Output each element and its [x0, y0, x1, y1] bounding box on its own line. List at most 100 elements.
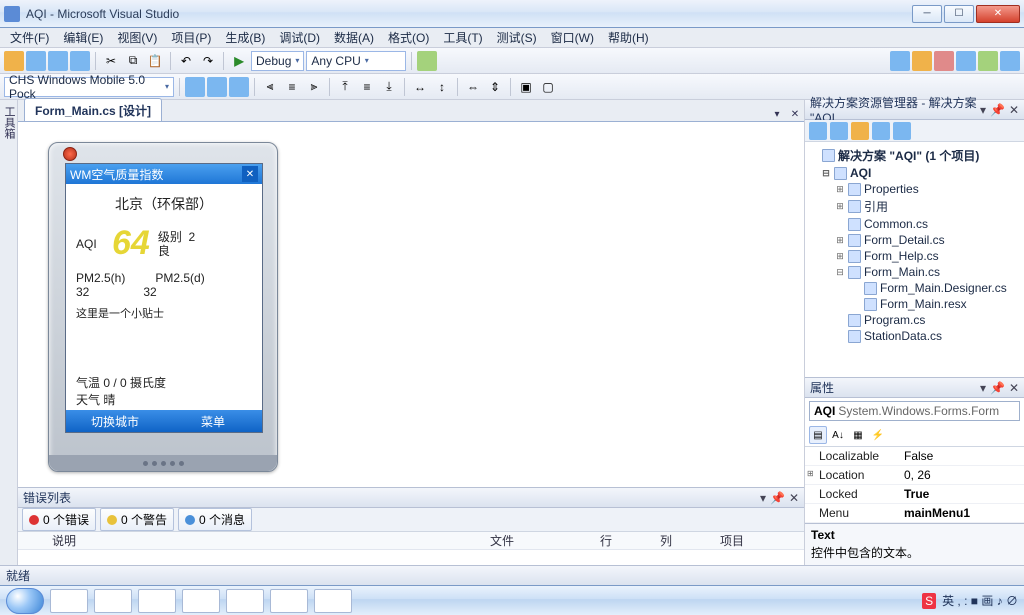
tree-stationdata[interactable]: StationData.cs	[864, 329, 942, 343]
property-row[interactable]: LocalizableFalse	[805, 447, 1024, 466]
paste-icon[interactable]: 📋	[145, 51, 165, 71]
property-value[interactable]: False	[900, 447, 1024, 465]
tree-references[interactable]: 引用	[864, 198, 888, 215]
menu-window[interactable]: 窗口(W)	[545, 27, 600, 48]
alphabetical-icon[interactable]: A↓	[829, 426, 847, 444]
close-button[interactable]: ✕	[976, 5, 1020, 23]
property-value[interactable]: mainMenu1	[900, 504, 1024, 522]
errors-tab[interactable]: 0 个错误	[22, 508, 96, 531]
menu-project[interactable]: 项目(P)	[165, 27, 217, 48]
app-close-icon[interactable]: ✕	[242, 166, 258, 182]
menu-test[interactable]: 测试(S)	[491, 27, 543, 48]
menu-edit[interactable]: 编辑(E)	[57, 27, 109, 48]
softkey-right[interactable]: 菜单	[164, 410, 262, 432]
tree-form-main[interactable]: Form_Main.cs	[864, 265, 940, 279]
properties-icon[interactable]	[809, 122, 827, 140]
tree-properties[interactable]: Properties	[864, 182, 919, 196]
tb-icon-a[interactable]	[890, 51, 910, 71]
properties-grid[interactable]: LocalizableFalseLocation0, 26LockedTrueM…	[805, 447, 1024, 523]
panel-dropdown-icon[interactable]: ▾	[980, 381, 986, 395]
redo-icon[interactable]: ↷	[198, 51, 218, 71]
view-designer-icon[interactable]	[893, 122, 911, 140]
taskbar-item[interactable]	[50, 589, 88, 613]
panel-pin-icon[interactable]: 📌	[990, 381, 1005, 395]
spacing-h-icon[interactable]: ↔	[410, 77, 430, 97]
tree-form-detail[interactable]: Form_Detail.cs	[864, 233, 945, 247]
panel-pin-icon[interactable]: 📌	[770, 491, 785, 505]
menu-data[interactable]: 数据(A)	[328, 27, 380, 48]
undo-icon[interactable]: ↶	[176, 51, 196, 71]
menu-build[interactable]: 生成(B)	[219, 27, 271, 48]
minimize-button[interactable]: ─	[912, 5, 942, 23]
menu-file[interactable]: 文件(F)	[4, 27, 55, 48]
save-all-icon[interactable]	[70, 51, 90, 71]
align-right-icon[interactable]: ⫸	[304, 77, 324, 97]
tb-icon-f[interactable]	[1000, 51, 1020, 71]
layout-icon-1[interactable]	[185, 77, 205, 97]
view-code-icon[interactable]	[872, 122, 890, 140]
panel-pin-icon[interactable]: 📌	[990, 103, 1005, 117]
tb-icon-d[interactable]	[956, 51, 976, 71]
menu-help[interactable]: 帮助(H)	[602, 27, 655, 48]
find-icon[interactable]	[417, 51, 437, 71]
property-row[interactable]: LockedTrue	[805, 485, 1024, 504]
solution-root[interactable]: 解决方案 "AQI" (1 个项目)	[838, 147, 979, 164]
taskbar-item[interactable]	[314, 589, 352, 613]
tree-form-help[interactable]: Form_Help.cs	[864, 249, 939, 263]
cut-icon[interactable]: ✂	[101, 51, 121, 71]
property-value[interactable]: True	[900, 485, 1024, 503]
tree-resx[interactable]: Form_Main.resx	[880, 297, 967, 311]
tree-program[interactable]: Program.cs	[864, 313, 925, 327]
properties-page-icon[interactable]: ▦	[849, 426, 867, 444]
messages-tab[interactable]: 0 个消息	[178, 508, 252, 531]
maximize-button[interactable]: ☐	[944, 5, 974, 23]
platform-combo[interactable]: Any CPU▾	[306, 51, 406, 71]
taskbar-item[interactable]	[226, 589, 264, 613]
taskbar-item[interactable]	[138, 589, 176, 613]
open-icon[interactable]	[26, 51, 46, 71]
tb-icon-e[interactable]	[978, 51, 998, 71]
align-center-icon[interactable]: ≡	[282, 77, 302, 97]
layout-icon-3[interactable]	[229, 77, 249, 97]
config-combo[interactable]: Debug▾	[251, 51, 304, 71]
size-h-icon[interactable]: ⇕	[485, 77, 505, 97]
refresh-icon[interactable]	[851, 122, 869, 140]
tree-designer-cs[interactable]: Form_Main.Designer.cs	[880, 281, 1007, 295]
ime-status[interactable]: 英 , : ■ 画 ♪ ∅	[942, 592, 1018, 609]
property-value[interactable]: 0, 26	[900, 466, 1024, 484]
property-row[interactable]: MenumainMenu1	[805, 504, 1024, 523]
tree-common[interactable]: Common.cs	[864, 217, 928, 231]
properties-object-combo[interactable]: AQI System.Windows.Forms.Form	[809, 401, 1020, 421]
menu-format[interactable]: 格式(O)	[382, 27, 435, 48]
document-tab[interactable]: Form_Main.cs [设计]	[24, 98, 162, 121]
layout-icon-2[interactable]	[207, 77, 227, 97]
new-project-icon[interactable]	[4, 51, 24, 71]
tb-icon-c[interactable]	[934, 51, 954, 71]
menu-debug[interactable]: 调试(D)	[273, 27, 326, 48]
save-icon[interactable]	[48, 51, 68, 71]
show-all-icon[interactable]	[830, 122, 848, 140]
taskbar-item[interactable]	[270, 589, 308, 613]
menu-view[interactable]: 视图(V)	[111, 27, 163, 48]
warnings-tab[interactable]: 0 个警告	[100, 508, 174, 531]
size-w-icon[interactable]: ⇔	[463, 77, 483, 97]
softkey-left[interactable]: 切换城市	[66, 410, 164, 432]
copy-icon[interactable]: ⧉	[123, 51, 143, 71]
panel-close-icon[interactable]: ✕	[1009, 103, 1019, 117]
tab-dropdown-icon[interactable]: ▾	[770, 107, 784, 121]
categorized-icon[interactable]: ▤	[809, 426, 827, 444]
panel-close-icon[interactable]: ✕	[1009, 381, 1019, 395]
ime-indicator-icon[interactable]: S	[922, 593, 936, 609]
taskbar-item[interactable]	[182, 589, 220, 613]
align-middle-icon[interactable]: ≡	[357, 77, 377, 97]
spacing-v-icon[interactable]: ↕	[432, 77, 452, 97]
align-bottom-icon[interactable]: ⤓	[379, 77, 399, 97]
start-button[interactable]	[6, 588, 44, 614]
events-icon[interactable]: ⚡	[869, 426, 887, 444]
property-row[interactable]: Location0, 26	[805, 466, 1024, 485]
tb-icon-b[interactable]	[912, 51, 932, 71]
align-left-icon[interactable]: ⫷	[260, 77, 280, 97]
panel-dropdown-icon[interactable]: ▾	[760, 491, 766, 505]
panel-close-icon[interactable]: ✕	[789, 491, 799, 505]
start-debug-icon[interactable]: ▶	[229, 51, 249, 71]
